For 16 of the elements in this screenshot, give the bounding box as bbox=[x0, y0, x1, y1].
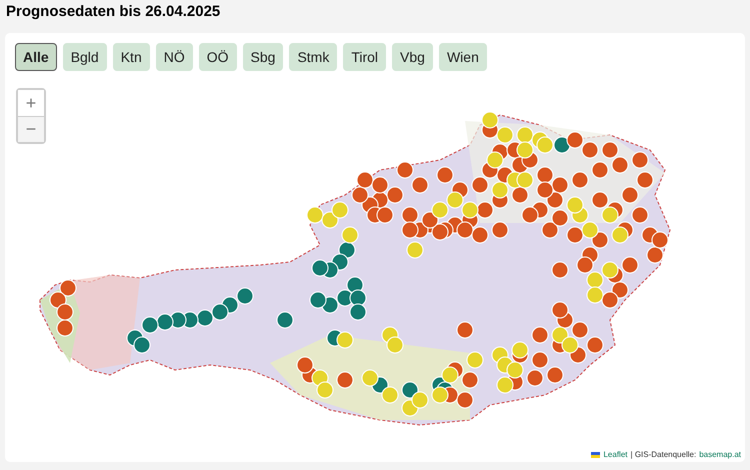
region-filter-button[interactable]: Ktn bbox=[112, 43, 150, 71]
basemap-link[interactable]: basemap.at bbox=[699, 450, 741, 460]
leaflet-link[interactable]: Leaflet bbox=[603, 450, 628, 460]
region-filter-button[interactable]: Bgld bbox=[62, 43, 107, 71]
region-filter-button[interactable]: OÖ bbox=[198, 43, 237, 71]
region-filter-button[interactable]: NÖ bbox=[156, 43, 193, 71]
attribution-text: | GIS-Datenquelle: bbox=[630, 450, 696, 460]
region-filter-button[interactable]: Vbg bbox=[392, 43, 433, 71]
region-filter-button[interactable]: Wien bbox=[438, 43, 487, 71]
region-filter-button[interactable]: Stmk bbox=[289, 43, 338, 71]
region-filter-button[interactable]: Alle bbox=[15, 43, 57, 71]
region-filter-button[interactable]: Sbg bbox=[242, 43, 284, 71]
zoom-out-button[interactable]: − bbox=[18, 116, 44, 142]
flag-icon bbox=[591, 452, 600, 458]
region-filter-button[interactable]: Tirol bbox=[343, 43, 386, 71]
page-title: Prognosedaten bis 26.04.2025 bbox=[5, 2, 222, 22]
